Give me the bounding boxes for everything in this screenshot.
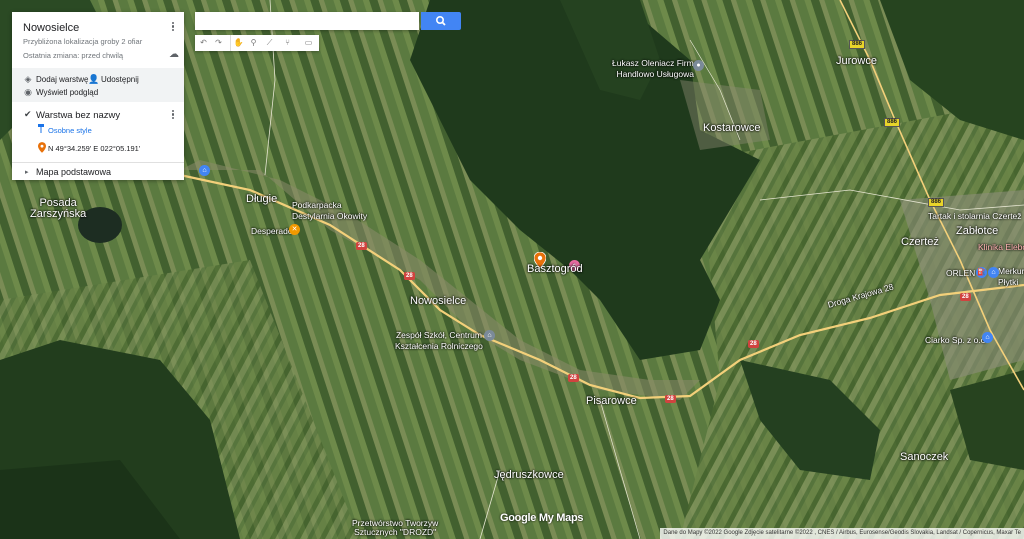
add-person-icon: 👤 xyxy=(88,74,100,84)
place-jedruszkowce: Jędruszkowce xyxy=(494,469,564,481)
map-title[interactable]: Nowosielce xyxy=(23,22,79,34)
share-label: Udostępnij xyxy=(101,75,139,84)
place-zespol-szkol: Zespół Szkół, Centrum Kształcenia Rolnic… xyxy=(395,330,483,351)
preview-label: Wyświetl podgląd xyxy=(36,88,99,97)
search-input[interactable] xyxy=(195,12,419,30)
place-tartak: Tartak i stolarnia Czertež xyxy=(928,211,1022,221)
map-details-panel: Nowosielce Przybliżona lokalizacja groby… xyxy=(12,12,184,180)
map-description[interactable]: Przybliżona lokalizacja groby 2 ofiar xyxy=(23,37,142,46)
add-layer-button[interactable]: ◈ Dodaj warstwę xyxy=(23,74,89,85)
road-number: 28 xyxy=(568,374,579,382)
place-jurowce: Jurowce xyxy=(836,55,877,67)
placemark-icon xyxy=(38,142,46,153)
add-marker-icon[interactable]: ⚲ xyxy=(246,35,261,51)
road-number: 28 xyxy=(665,395,676,403)
road-number: 28 xyxy=(356,242,367,250)
poi-restaurant-icon[interactable]: ✕ xyxy=(289,224,300,235)
undo-icon[interactable]: ↶ xyxy=(196,35,211,51)
more-options-icon[interactable] xyxy=(169,21,177,33)
road-number: 886 xyxy=(928,198,945,207)
hand-pan-icon[interactable]: ✋ xyxy=(230,35,246,51)
search-icon xyxy=(436,16,446,26)
search-button[interactable] xyxy=(421,12,461,30)
poi-store-icon[interactable]: ⌂ xyxy=(982,332,993,343)
layer-style-link[interactable]: Osobne style xyxy=(48,126,92,135)
base-map-label: Mapa podstawowa xyxy=(36,167,112,177)
last-change-text: Ostatnia zmiana: przed chwilą xyxy=(23,51,124,60)
road-number: 28 xyxy=(404,272,415,280)
poi-store-icon[interactable]: ⌂ xyxy=(988,267,999,278)
place-sanoczek: Sanoczek xyxy=(900,451,949,463)
base-map-row[interactable]: ▸ Mapa podstawowa xyxy=(12,162,184,181)
google-my-maps-logo: Google My Maps xyxy=(500,512,584,524)
place-pisarowce: Pisarowce xyxy=(586,395,637,407)
place-orlen: ORLEN xyxy=(946,268,976,278)
poi-store-icon[interactable]: ⌂ xyxy=(199,165,210,176)
eye-icon: ◉ xyxy=(24,87,32,97)
preview-button[interactable]: ◉ Wyświetl podgląd xyxy=(23,87,98,98)
poi-fuel-icon[interactable]: ⛽ xyxy=(976,267,987,278)
place-czertez: Czerteż xyxy=(901,236,939,248)
layer-name[interactable]: Warstwa bez nazwy xyxy=(36,110,120,121)
directions-icon[interactable]: ⑂ xyxy=(280,35,295,51)
redo-icon[interactable]: ↷ xyxy=(211,35,226,51)
expand-arrow-icon: ▸ xyxy=(25,169,29,176)
layer-options-icon[interactable] xyxy=(169,109,177,121)
layers-icon: ◈ xyxy=(24,74,32,84)
place-desperado: Desperado xyxy=(251,226,293,236)
placemark-coordinates[interactable]: N 49°34.259' E 022°05.191' xyxy=(48,144,140,153)
place-ciarko: Ciarko Sp. z o.o xyxy=(925,335,986,345)
place-kostarowce: Kostarowce xyxy=(703,122,761,134)
cloud-saved-icon: ☁ xyxy=(169,49,179,60)
poi-store-icon[interactable]: ● xyxy=(693,60,704,71)
place-nowosielce: Nowosielce xyxy=(410,295,467,307)
road-number: 886 xyxy=(884,118,901,127)
paint-roller-icon xyxy=(38,124,44,133)
place-drozd: Przetwórstwo Tworzyw Sztucznych "DROZD" xyxy=(352,518,439,537)
place-merkury: Merkury Płytki xyxy=(998,266,1024,287)
map-toolbar: ↶ ↷ ✋ ⚲ ⟋ ⑂ ▭ xyxy=(195,35,319,51)
place-posada-zarszynska: Posada Zarszyńska xyxy=(30,197,87,220)
poi-school-icon[interactable]: ⌂ xyxy=(484,330,495,341)
add-layer-label: Dodaj warstwę xyxy=(36,75,89,84)
place-dlugie: Długie xyxy=(246,193,278,205)
layer-checkbox[interactable]: ✔ xyxy=(24,110,32,119)
place-zablotce: Zabłotce xyxy=(956,225,999,237)
panel-actions: ◈ Dodaj warstwę 👤 Udostępnij ◉ Wyświetl pod… xyxy=(12,68,184,102)
map-attribution: Dane do Mapy ©2022 Google Zdjęcie sateli… xyxy=(660,528,1024,539)
road-number: 28 xyxy=(960,293,971,301)
place-destylarnia: Podkarpacka Destylarnia Okowity xyxy=(292,200,368,221)
place-oleniacz: Łukasz Oleniacz Firma Handlowo Usługowa xyxy=(612,58,699,79)
ruler-icon[interactable]: ▭ xyxy=(301,35,316,51)
draw-line-icon[interactable]: ⟋ xyxy=(262,35,277,51)
marker-label: Basztogród xyxy=(527,263,583,275)
share-button[interactable]: 👤 Udostępnij xyxy=(88,74,139,85)
place-klinika: Klinika Elebo xyxy=(978,242,1024,252)
road-number: 886 xyxy=(849,40,866,49)
road-number: 28 xyxy=(748,340,759,348)
